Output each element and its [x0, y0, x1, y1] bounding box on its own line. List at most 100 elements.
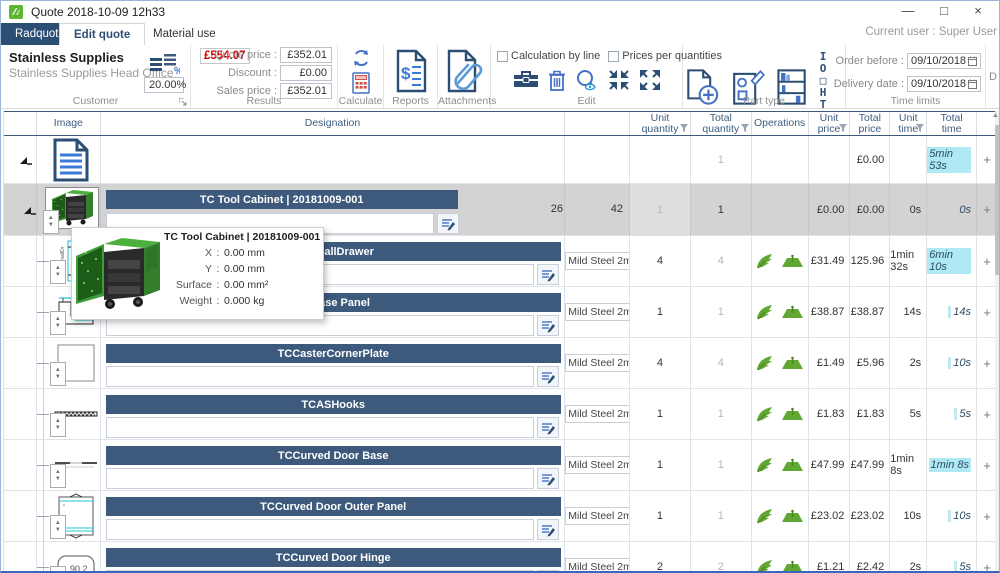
calculator-icon[interactable] — [350, 72, 372, 94]
part-row-operations[interactable] — [752, 389, 809, 439]
part-row-image-cell[interactable]: ▲▼ — [37, 389, 101, 439]
quantity-spinner[interactable]: ▲▼ — [50, 413, 66, 437]
part-row-designation-cell[interactable]: TCCurved Door Base — [101, 440, 566, 490]
part-designation-bar[interactable]: TCCurved Door Outer Panel — [106, 497, 561, 516]
part-row-operations[interactable] — [752, 236, 809, 286]
header-image[interactable]: Image — [37, 112, 101, 135]
part-row[interactable]: ▲▼ TCCurved Door Base Mild Steel 2mm 1 1… — [4, 440, 997, 491]
vertical-scrollbar[interactable]: ▲ — [995, 111, 999, 573]
close-button[interactable]: × — [963, 1, 993, 21]
calendar-icon[interactable] — [968, 79, 977, 89]
part-row-unit-quantity[interactable]: 1 — [630, 287, 691, 337]
quote-row-add-button[interactable]: + — [977, 136, 997, 183]
header-total-quantity[interactable]: Total quantity — [691, 112, 752, 135]
header-total-time[interactable]: Total time — [927, 112, 977, 135]
part-row[interactable]: ▲▼ TCCasterCornerPlate Mild Steel 2mm 4 … — [4, 338, 997, 389]
part-comment-input[interactable] — [106, 519, 534, 540]
part-row-operations[interactable] — [752, 338, 809, 388]
cutting-operation-icon[interactable] — [756, 406, 775, 423]
cutting-operation-icon[interactable] — [756, 559, 775, 573]
edit-note-button[interactable] — [537, 315, 559, 336]
part-row-add-button[interactable]: + — [977, 236, 997, 286]
calculate-button-caption[interactable]: Calculate — [338, 95, 383, 107]
part-row-expand-cell[interactable] — [4, 440, 37, 490]
view-search-icon[interactable] — [575, 69, 599, 91]
attachments-icon[interactable] — [444, 49, 484, 93]
part-comment-input[interactable] — [106, 366, 534, 387]
part-row-designation-cell[interactable]: TCCurved Door Outer Panel — [101, 491, 566, 541]
expand-arrows-icon[interactable] — [639, 69, 661, 91]
scroll-up-icon[interactable]: ▲ — [992, 112, 999, 119]
bending-operation-icon[interactable] — [782, 458, 803, 473]
edit-note-button[interactable] — [537, 264, 559, 285]
quantity-spinner[interactable]: ▲▼ — [50, 260, 66, 284]
quantity-spinner[interactable]: ▲▼ — [50, 515, 66, 539]
assembly-row-expand-cell[interactable] — [4, 184, 37, 235]
header-unit-price[interactable]: Unit price — [809, 112, 851, 135]
part-row-unit-quantity[interactable]: 2 — [630, 542, 691, 573]
part-row-add-button[interactable]: + — [977, 440, 997, 490]
quote-row-image-cell[interactable] — [37, 136, 101, 183]
header-operations[interactable]: Operations — [752, 112, 809, 135]
order-before-input[interactable]: 09/10/2018 — [907, 53, 981, 69]
part-row-unit-quantity[interactable]: 1 — [630, 491, 691, 541]
cutting-operation-icon[interactable] — [756, 304, 775, 321]
quote-price-input[interactable]: £352.01 — [280, 47, 332, 63]
scrollbar-thumb[interactable] — [995, 125, 999, 275]
calendar-icon[interactable] — [968, 56, 977, 66]
delivery-date-input[interactable]: 09/10/2018 — [907, 76, 981, 92]
part-row-expand-cell[interactable] — [4, 542, 37, 573]
part-row-image-cell[interactable]: ▲▼ — [37, 440, 101, 490]
discount-rate-icon[interactable]: % — [150, 53, 180, 75]
cutting-operation-icon[interactable] — [756, 355, 775, 372]
edit-note-button[interactable] — [537, 417, 559, 438]
discount-input[interactable]: £0.00 — [280, 65, 332, 81]
part-row-add-button[interactable]: + — [977, 542, 997, 573]
bending-operation-icon[interactable] — [782, 356, 803, 371]
calculation-by-line-checkbox-box[interactable] — [497, 51, 508, 62]
assembly-row-unit-quantity[interactable]: 1 — [630, 184, 691, 235]
part-comment-input[interactable] — [106, 468, 534, 489]
part-row-operations[interactable] — [752, 287, 809, 337]
part-designation-bar[interactable]: TCCasterCornerPlate — [106, 344, 561, 363]
header-designation[interactable]: Designation — [101, 112, 566, 135]
part-row-add-button[interactable]: + — [977, 287, 997, 337]
quantity-spinner[interactable]: ▲▼ — [50, 566, 66, 573]
part-row-designation-cell[interactable]: TCCasterCornerPlate — [101, 338, 566, 388]
part-row-image-cell[interactable]: ▲▼ — [37, 338, 101, 388]
part-row-add-button[interactable]: + — [977, 338, 997, 388]
part-designation-bar[interactable]: TCCurved Door Hinge — [106, 548, 561, 567]
part-row-unit-quantity[interactable]: 4 — [630, 338, 691, 388]
filter-funnel-icon[interactable] — [839, 124, 847, 132]
filter-funnel-icon[interactable] — [741, 124, 749, 132]
customer-discount-input[interactable]: 20.00% — [144, 77, 184, 93]
quantity-spinner[interactable]: ▲▼ — [43, 210, 59, 234]
prices-per-quantities-checkbox-box[interactable] — [608, 51, 619, 62]
toolbox-icon[interactable] — [513, 70, 539, 90]
part-row-operations[interactable] — [752, 491, 809, 541]
edit-note-button[interactable] — [537, 468, 559, 489]
bending-operation-icon[interactable] — [782, 305, 803, 320]
part-row-unit-quantity[interactable]: 1 — [630, 389, 691, 439]
bending-operation-icon[interactable] — [782, 254, 803, 269]
part-comment-input[interactable] — [106, 417, 534, 438]
customer-dialog-launcher-icon[interactable] — [179, 98, 187, 106]
reports-icon[interactable]: $ — [392, 49, 430, 93]
part-row-expand-cell[interactable] — [4, 491, 37, 541]
bending-operation-icon[interactable] — [782, 407, 803, 422]
assembly-row-add-button[interactable]: + — [977, 184, 997, 235]
maximize-button[interactable]: □ — [929, 1, 959, 21]
part-row[interactable]: 90.2 ▲▼ TCCurved Door Hinge Mild Steel 2… — [4, 542, 997, 573]
part-row-expand-cell[interactable] — [4, 338, 37, 388]
part-designation-bar[interactable]: TCASHooks — [106, 395, 561, 414]
quantity-spinner[interactable]: ▲▼ — [50, 464, 66, 488]
tab-edit-quote[interactable]: Edit quote — [59, 23, 145, 45]
edit-note-button[interactable] — [537, 519, 559, 540]
part-designation-bar[interactable]: TCCurved Door Base — [106, 446, 561, 465]
part-row-image-cell[interactable]: 90.2 ▲▼ — [37, 542, 101, 573]
quote-row[interactable]: 1 £0.00 5min 53s + — [4, 136, 997, 184]
part-row-operations[interactable] — [752, 440, 809, 490]
quote-row-designation-cell[interactable] — [101, 136, 566, 183]
part-row-add-button[interactable]: + — [977, 389, 997, 439]
calculation-by-line-checkbox[interactable]: Calculation by line — [497, 50, 600, 62]
